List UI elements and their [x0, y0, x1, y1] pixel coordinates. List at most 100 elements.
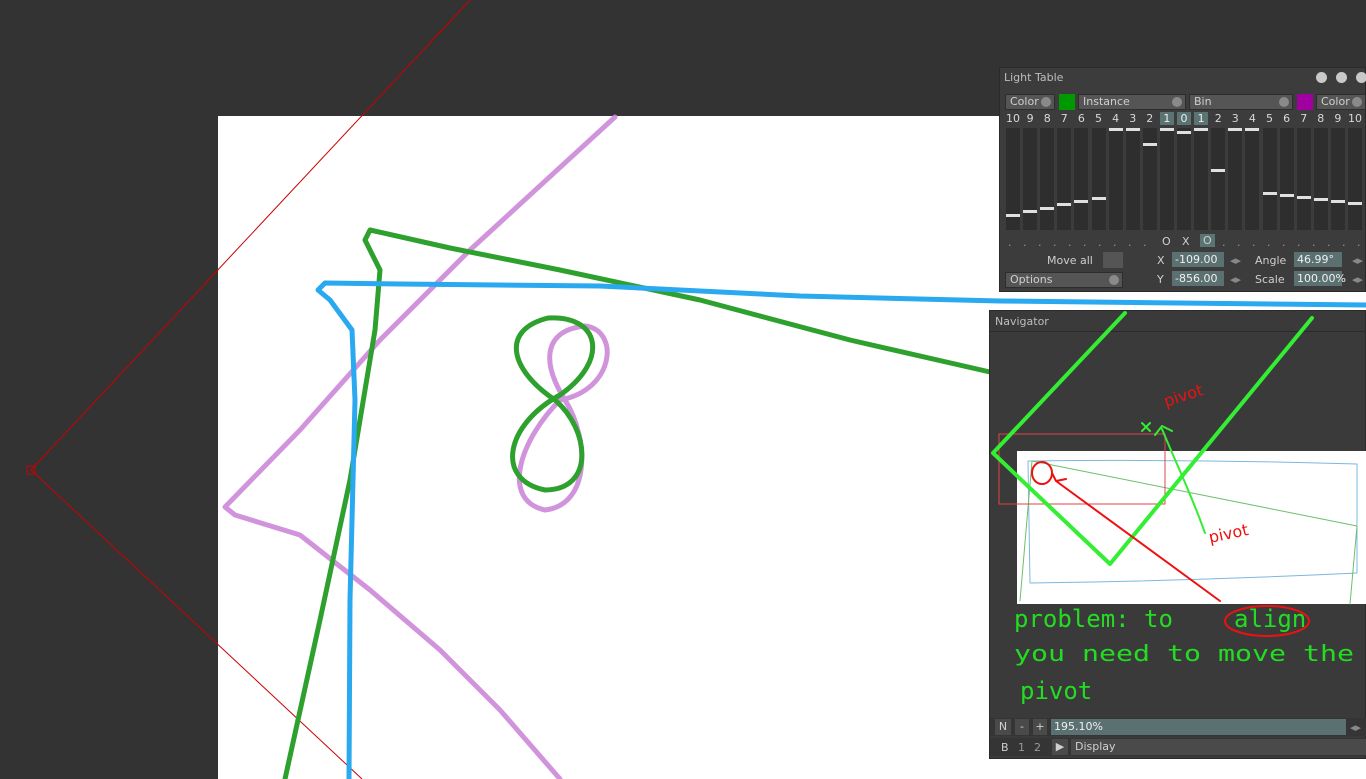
x-spinner-icon[interactable]: ◂▸ — [1230, 254, 1241, 267]
zoom-in-button[interactable]: + — [1033, 719, 1047, 735]
frame-number[interactable]: 7 — [1297, 112, 1311, 125]
slider-knob[interactable] — [1211, 169, 1226, 172]
right-color-swatch[interactable] — [1297, 94, 1313, 110]
slider-knob[interactable] — [1245, 128, 1260, 131]
slider-knob[interactable] — [1330, 200, 1345, 203]
opacity-slider[interactable] — [1330, 128, 1345, 230]
scale-field[interactable]: 100.00% — [1294, 271, 1346, 286]
opacity-slider[interactable] — [1108, 128, 1123, 230]
toggle-onion-left[interactable]: O — [1162, 235, 1171, 248]
left-color-swatch[interactable] — [1059, 94, 1075, 110]
toggle-onion-right[interactable]: O — [1200, 234, 1215, 247]
opacity-slider[interactable] — [1142, 128, 1157, 230]
slider-knob[interactable] — [1262, 192, 1277, 195]
frame-number[interactable]: 3 — [1228, 112, 1242, 125]
frame-number[interactable]: 4 — [1245, 112, 1259, 125]
slider-knob[interactable] — [1159, 128, 1174, 131]
frame-number[interactable]: 3 — [1126, 112, 1140, 125]
chevron-down-icon — [1109, 275, 1119, 285]
frame-number[interactable]: 0 — [1177, 112, 1191, 125]
frame-number[interactable]: 10 — [1348, 112, 1362, 125]
opacity-slider[interactable] — [1228, 128, 1243, 230]
chevron-down-icon[interactable] — [1316, 72, 1327, 83]
opacity-slider[interactable] — [1023, 128, 1038, 230]
opacity-slider[interactable] — [1262, 128, 1277, 230]
opacity-slider[interactable] — [1006, 128, 1020, 230]
frame-number[interactable]: 9 — [1023, 112, 1037, 125]
frame-number[interactable]: 2 — [1143, 112, 1157, 125]
frame-number[interactable]: 2 — [1211, 112, 1225, 125]
bin-dropdown[interactable]: Bin — [1189, 94, 1293, 110]
opacity-slider[interactable] — [1125, 128, 1140, 230]
scale-spinner-icon[interactable]: ◂▸ — [1352, 273, 1363, 286]
opacity-slider[interactable] — [1074, 128, 1089, 230]
slider-knob[interactable] — [1074, 200, 1089, 203]
options-dropdown[interactable]: Options — [1005, 272, 1123, 288]
frame-number[interactable]: 4 — [1109, 112, 1123, 125]
slider-knob[interactable] — [1194, 128, 1209, 131]
frame-number[interactable]: 8 — [1040, 112, 1054, 125]
opacity-slider[interactable] — [1091, 128, 1106, 230]
opacity-slider[interactable] — [1279, 128, 1294, 230]
opacity-slider[interactable] — [1296, 128, 1311, 230]
angle-field[interactable]: 46.99° — [1294, 252, 1342, 267]
close-icon[interactable] — [1356, 72, 1366, 83]
slider-knob[interactable] — [1006, 214, 1020, 217]
slider-knob[interactable] — [1057, 203, 1072, 206]
opacity-slider[interactable] — [1211, 128, 1226, 230]
opacity-slider[interactable] — [1348, 128, 1362, 230]
toggle-onion-mid[interactable]: X — [1182, 235, 1190, 248]
one-label[interactable]: 1 — [1018, 741, 1025, 754]
two-label[interactable]: 2 — [1034, 741, 1041, 754]
frame-number[interactable]: 6 — [1074, 112, 1088, 125]
opacity-slider[interactable] — [1057, 128, 1072, 230]
y-field[interactable]: -856.00 — [1172, 271, 1224, 286]
slider-knob[interactable] — [1228, 128, 1243, 131]
angle-spinner-icon[interactable]: ◂▸ — [1352, 254, 1363, 267]
zoom-field[interactable]: 195.10% — [1051, 719, 1346, 735]
slider-knob[interactable] — [1091, 197, 1106, 200]
frame-number[interactable]: 5 — [1263, 112, 1277, 125]
opacity-slider[interactable] — [1040, 128, 1055, 230]
zoom-out-button[interactable]: - — [1015, 719, 1029, 735]
slider-knob[interactable] — [1142, 143, 1157, 146]
frame-number[interactable]: 5 — [1092, 112, 1106, 125]
move-all-checkbox[interactable] — [1103, 252, 1123, 268]
y-spinner-icon[interactable]: ◂▸ — [1230, 273, 1241, 286]
display-dropdown[interactable]: Display — [1071, 739, 1366, 755]
navigator-panel: Navigator pivot pivot problem: to align … — [989, 310, 1366, 759]
left-mode-dropdown[interactable]: Color — [1005, 94, 1055, 110]
opacity-slider[interactable] — [1313, 128, 1328, 230]
opacity-slider[interactable] — [1177, 128, 1191, 230]
right-mode-dropdown[interactable]: Color — [1316, 94, 1366, 110]
opacity-slider[interactable] — [1159, 128, 1174, 230]
play-icon[interactable]: ▶ — [1052, 739, 1068, 755]
slider-knob[interactable] — [1313, 198, 1328, 201]
slider-knob[interactable] — [1023, 210, 1038, 213]
selection-bounding-lines — [26, 0, 471, 779]
x-field[interactable]: -109.00 — [1172, 252, 1224, 267]
slider-knob[interactable] — [1108, 128, 1123, 131]
instance-dropdown[interactable]: Instance — [1078, 94, 1186, 110]
frame-number[interactable]: 8 — [1314, 112, 1328, 125]
slider-knob[interactable] — [1177, 131, 1191, 134]
slider-knob[interactable] — [1348, 202, 1362, 205]
zoom-spinner-icon[interactable]: ◂▸ — [1350, 721, 1361, 734]
slider-knob[interactable] — [1125, 128, 1140, 131]
green-stroke — [282, 227, 993, 779]
n-button[interactable]: N — [995, 719, 1011, 735]
slider-knob[interactable] — [1040, 207, 1055, 210]
slider-knob[interactable] — [1279, 194, 1294, 197]
frame-number[interactable]: 7 — [1057, 112, 1071, 125]
frame-number[interactable]: 1 — [1194, 112, 1209, 125]
frame-number[interactable]: 9 — [1331, 112, 1345, 125]
frame-number[interactable]: 10 — [1006, 112, 1020, 125]
frame-number[interactable]: 1 — [1159, 112, 1174, 125]
b-label[interactable]: B — [1001, 741, 1009, 754]
slider-knob[interactable] — [1296, 196, 1311, 199]
move-all-label: Move all — [1047, 254, 1093, 267]
opacity-slider[interactable] — [1194, 128, 1209, 230]
frame-number[interactable]: 6 — [1280, 112, 1294, 125]
minimize-icon[interactable] — [1336, 72, 1347, 83]
opacity-slider[interactable] — [1245, 128, 1260, 230]
